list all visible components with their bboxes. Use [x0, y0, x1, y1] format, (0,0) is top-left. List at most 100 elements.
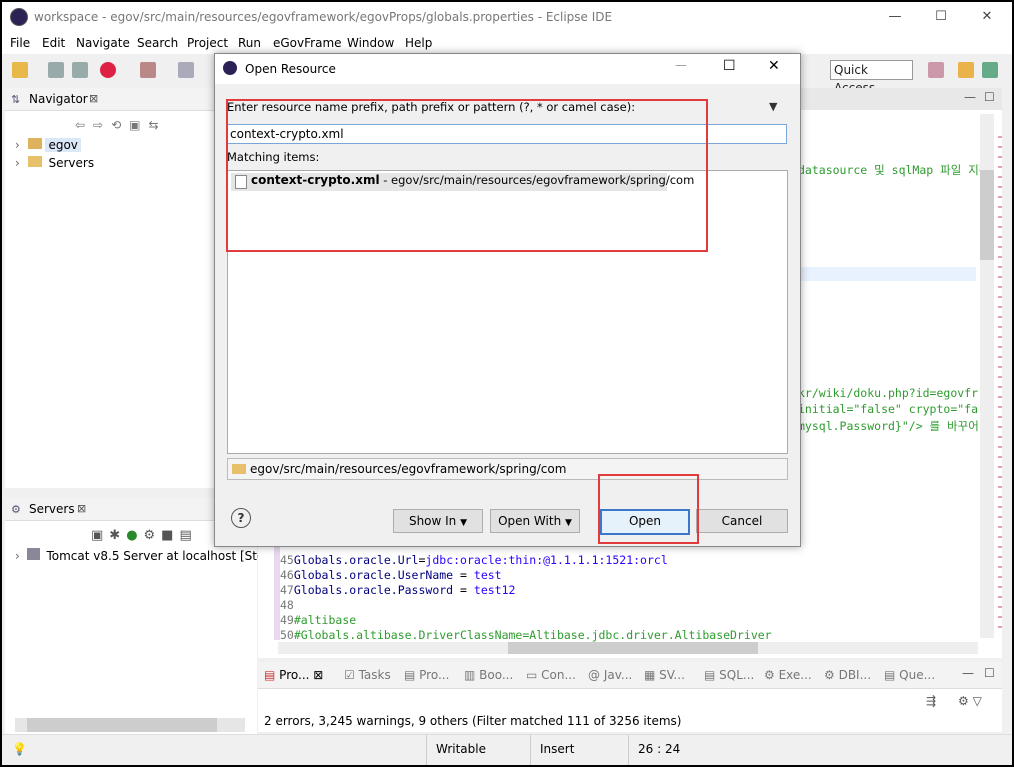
tab-properties[interactable]: ▤ Pro...: [404, 668, 449, 682]
menu-egovframe[interactable]: eGovFrame: [273, 36, 342, 50]
tab-problems[interactable]: ▤ Pro... ⊠: [264, 668, 323, 682]
eclipse-logo-icon: [223, 61, 237, 75]
tab-console[interactable]: ▭ Con...: [526, 668, 576, 682]
cancel-button[interactable]: Cancel: [696, 509, 788, 533]
property-value: jdbc:oracle:thin:@1.1.1.1:1521:orcl: [425, 553, 668, 567]
code-line[interactable]: 46Globals.oracle.UserName = test: [280, 568, 502, 582]
tab-tasks[interactable]: ☑ Tasks: [344, 668, 391, 682]
status-bar: 💡 Writable Insert 26 : 24: [2, 734, 1012, 765]
tab-label: SQL...: [719, 668, 755, 682]
close-button[interactable]: ✕: [768, 58, 780, 74]
selected-folder-bar: egov/src/main/resources/egovframework/sp…: [227, 458, 788, 480]
maximize-button[interactable]: ☐: [723, 58, 736, 74]
dialog-menu-icon[interactable]: ▼: [769, 100, 777, 113]
tab-sql[interactable]: ▤ SQL...: [704, 668, 754, 682]
code-line[interactable]: 50#Globals.altibase.DriverClassName=Alti…: [280, 628, 772, 642]
line-number: 50: [280, 628, 294, 642]
server-label: Tomcat v8.5 Server at localhost [Stop: [46, 549, 272, 563]
minimize-view-icon[interactable]: —: [962, 666, 974, 680]
comment-fragment: mysql.Password}"/> 를 바꾸어: [798, 419, 979, 433]
expand-arrow-icon[interactable]: ›: [15, 156, 20, 170]
menu-edit[interactable]: Edit: [42, 36, 65, 50]
tree-item-servers[interactable]: › Servers: [15, 156, 97, 170]
help-icon[interactable]: ?: [231, 508, 251, 528]
code-line[interactable]: 47Globals.oracle.Password = test12: [280, 583, 515, 597]
external-tools-icon[interactable]: [178, 62, 194, 78]
servers-title: Servers: [29, 502, 75, 516]
overview-ruler: [998, 128, 1002, 628]
menu-run[interactable]: Run: [238, 36, 261, 50]
folder-path: egov/src/main/resources/egovframework/sp…: [250, 462, 567, 476]
tab-label: DBI...: [838, 668, 872, 682]
menu-window[interactable]: Window: [347, 36, 394, 50]
property-key: Globals.oracle.UserName: [293, 568, 454, 582]
close-button[interactable]: ✕: [964, 2, 1010, 32]
menu-file[interactable]: File: [10, 36, 30, 50]
eclipse-logo-icon: [10, 8, 28, 26]
dialog-title-bar: Open Resource — ☐ ✕: [215, 54, 800, 84]
comment-fragment: datasource 및 sqlMap 파일 지정: [798, 163, 990, 177]
comment: #Globals.altibase.DriverClassName=Altiba…: [293, 628, 772, 642]
dropdown-arrow-icon: ▼: [460, 518, 468, 528]
menu-bar: File Edit Navigate Search Project Run eG…: [2, 32, 1012, 54]
tab-dbi[interactable]: ⚙ DBI...: [824, 668, 871, 682]
tree-label: egov: [45, 138, 81, 152]
open-with-button[interactable]: Open With ▼: [490, 509, 580, 533]
button-label: Show In: [408, 514, 457, 528]
tab-execution[interactable]: ⚙ Exe...: [764, 668, 812, 682]
tab-query[interactable]: ▤ Que...: [884, 668, 935, 682]
stop-icon[interactable]: [140, 62, 156, 78]
tab-javadoc[interactable]: @ Jav...: [588, 668, 632, 682]
quick-access-input[interactable]: Quick Access: [830, 60, 913, 95]
code-line[interactable]: 49#altibase: [280, 613, 356, 627]
title-bar: workspace - egov/src/main/resources/egov…: [2, 2, 1012, 32]
show-in-button[interactable]: Show In ▼: [393, 509, 483, 533]
maximize-button[interactable]: ☐: [918, 2, 964, 32]
menu-search[interactable]: Search: [137, 36, 178, 50]
minimize-button[interactable]: —: [872, 2, 918, 32]
navigator-icon: ⇅: [11, 93, 21, 106]
lightbulb-icon[interactable]: 💡: [12, 742, 27, 756]
project-folder-icon: [27, 138, 42, 149]
tab-bookmarks[interactable]: ▥ Boo...: [464, 668, 513, 682]
editor-horizontal-scrollbar[interactable]: [278, 642, 978, 654]
comment-fragment: kr/wiki/doku.php?id=egovfr: [798, 386, 979, 400]
tree-item-egov[interactable]: › egov: [15, 138, 81, 152]
vertical-scrollbar[interactable]: [980, 114, 994, 638]
code-line[interactable]: 48: [280, 598, 294, 612]
server-item[interactable]: › Tomcat v8.5 Server at localhost [Stop: [15, 548, 272, 563]
bottom-tab-bar: ▤ Pro... ⊠ ☑ Tasks ▤ Pro... ▥ Boo... ▭ C…: [258, 662, 1002, 689]
save-icon[interactable]: [48, 62, 64, 78]
tab-label: Tasks: [358, 668, 391, 682]
close-tab-icon[interactable]: ⊠: [89, 92, 98, 105]
tab-svn[interactable]: ▦ SV...: [644, 668, 685, 682]
java-perspective-icon[interactable]: [958, 62, 974, 78]
horizontal-scrollbar[interactable]: [15, 718, 245, 732]
expand-arrow-icon[interactable]: ›: [15, 549, 20, 563]
menu-navigate[interactable]: Navigate: [76, 36, 130, 50]
window-title: workspace - egov/src/main/resources/egov…: [34, 10, 613, 24]
egov-perspective-icon[interactable]: [982, 62, 998, 78]
navigator-title: Navigator: [29, 92, 88, 106]
servers-toolbar: ▣✱●⚙■▤: [91, 528, 198, 543]
new-icon[interactable]: [12, 62, 28, 78]
tab-label: Pro...: [279, 668, 310, 682]
filter-icon[interactable]: ⇶: [926, 694, 936, 708]
code-line[interactable]: 45Globals.oracle.Url=jdbc:oracle:thin:@1…: [280, 553, 668, 567]
open-perspective-icon[interactable]: [928, 62, 944, 78]
problems-summary: 2 errors, 3,245 warnings, 9 others (Filt…: [264, 714, 682, 728]
debug-icon[interactable]: [100, 62, 116, 78]
menu-help[interactable]: Help: [405, 36, 432, 50]
problems-panel: ▤ Pro... ⊠ ☑ Tasks ▤ Pro... ▥ Boo... ▭ C…: [258, 662, 1002, 732]
view-menu-icon[interactable]: ⚙ ▽: [958, 694, 982, 708]
minimize-button[interactable]: —: [675, 58, 687, 72]
maximize-view-icon[interactable]: ☐: [984, 90, 995, 104]
server-icon: [26, 548, 40, 560]
save-all-icon[interactable]: [72, 62, 88, 78]
expand-arrow-icon[interactable]: ›: [15, 138, 20, 152]
maximize-view-icon[interactable]: ☐: [984, 666, 995, 680]
tab-label: SV...: [659, 668, 685, 682]
minimize-view-icon[interactable]: —: [964, 90, 976, 104]
menu-project[interactable]: Project: [187, 36, 228, 50]
close-tab-icon[interactable]: ⊠: [77, 502, 86, 515]
